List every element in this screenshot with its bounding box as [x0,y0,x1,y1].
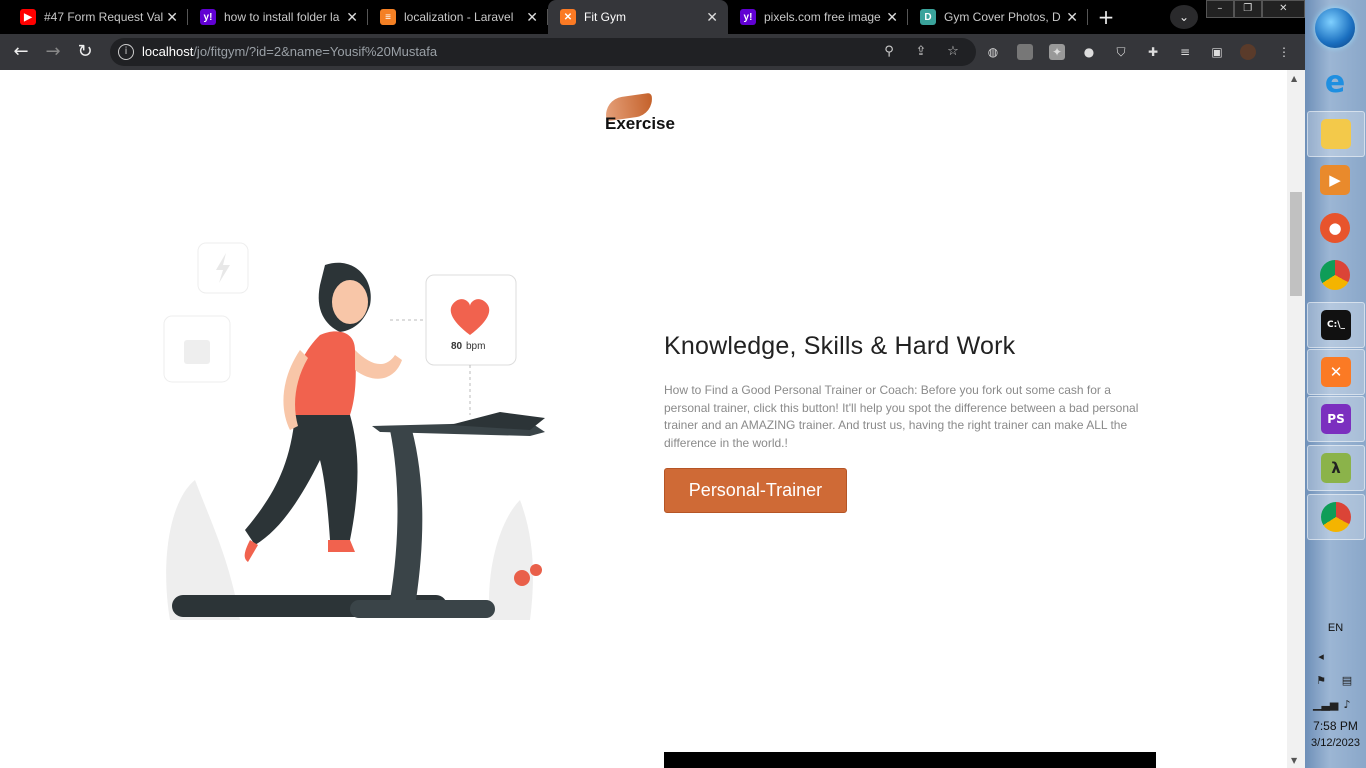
runner-shoe-right [328,540,355,552]
file-explorer-icon[interactable] [1307,111,1365,157]
puzzle-extensions-icon[interactable]: ✚ [1145,44,1161,60]
address-bar[interactable]: i localhost/jo/fitgym/?id=2&name=Yousif%… [110,38,976,66]
tab-search-button[interactable]: ⌄ [1170,5,1198,29]
back-button[interactable]: ← [10,41,32,63]
extension-icon[interactable] [1017,44,1033,60]
personal-trainer-button[interactable]: Personal-Trainer [664,468,847,513]
treadmill-illustration: 80 bpm [163,242,545,620]
close-tab-icon[interactable]: ✕ [1066,9,1078,26]
xampp-icon: ✕ [560,9,576,25]
minimize-button[interactable]: – [1206,0,1234,18]
plant-right [489,500,533,620]
site-logo[interactable]: Exercise [603,92,687,136]
tab-title: Fit Gym [584,10,626,24]
language-indicator[interactable]: EN [1305,622,1366,634]
logo-text: Exercise [605,114,675,133]
runner-top [293,331,356,415]
site-info-icon[interactable]: i [118,44,134,60]
bookmark-star-icon[interactable]: ☆ [944,43,962,61]
section-heading: Knowledge, Skills & Hard Work [664,332,1016,360]
media-player-icon[interactable]: ▶ [1307,158,1363,202]
runner-leggings [245,415,358,545]
action-center-icon[interactable]: ⚑ [1313,674,1329,688]
device-icon[interactable]: ▤ [1339,674,1355,688]
forward-button[interactable]: → [42,41,64,63]
volume-icon[interactable]: ♪ [1339,698,1355,712]
close-window-button[interactable]: ✕ [1261,0,1305,18]
extension-icon[interactable]: ● [1081,44,1097,60]
page-scrollbar[interactable]: ▲ ▼ [1287,70,1305,768]
chrome-profile-icon[interactable] [1307,494,1365,540]
bpm-value: 80 [451,341,463,352]
new-tab-button[interactable]: + [1094,6,1118,28]
tab-title: #47 Form Request Val [44,10,164,24]
tab-5[interactable]: y! pixels.com free image ✕ [728,0,908,34]
share-icon[interactable]: ⇪ [912,43,930,61]
page-content: Exercise 80 bpm Knowledge, Skills & Hard… [0,70,1287,768]
yahoo-icon: y! [200,9,216,25]
xampp-icon[interactable]: ✕ [1307,349,1365,395]
internet-explorer-icon[interactable]: e [1307,60,1363,104]
close-tab-icon[interactable]: ✕ [346,9,358,26]
youtube-icon: ▶ [20,9,36,25]
tab-4[interactable]: ✕ Fit Gym ✕ [548,0,728,34]
tab-title: Gym Cover Photos, D [944,10,1061,24]
stackoverflow-icon: ≡ [380,9,396,25]
site-d-icon: D [920,9,936,25]
video-block [664,752,1156,768]
scrollbar-thumb[interactable] [1290,192,1302,296]
globe-extension-icon[interactable]: ◍ [985,44,1001,60]
close-tab-icon[interactable]: ✕ [166,9,178,26]
bpm-unit: bpm [466,341,485,352]
runner-face [332,280,368,324]
close-tab-icon[interactable]: ✕ [886,9,898,26]
browser-toolbar: ← → ↻ i localhost/jo/fitgym/?id=2&name=Y… [0,34,1305,70]
chrome-icon[interactable] [1307,253,1363,297]
clock-time[interactable]: 7:58 PM [1305,719,1366,733]
side-panel-icon[interactable]: ▣ [1209,44,1225,60]
command-prompt-icon[interactable]: C:\_ [1307,302,1365,348]
menu-icon[interactable]: ⋮ [1276,44,1292,60]
tab-title: pixels.com free image [764,10,881,24]
network-icon[interactable]: ▁▃▅ [1313,698,1338,712]
firefox-icon[interactable]: ● [1307,206,1363,250]
show-hidden-icons-icon[interactable]: ◂ [1313,650,1329,664]
tab-strip: ▶ #47 Form Request Val ✕ y! how to install f… [0,0,1305,34]
lambda-app-icon[interactable]: λ [1307,445,1365,491]
tab-3[interactable]: ≡ localization - Laravel ✕ [368,0,548,34]
reading-list-icon[interactable]: ≡ [1177,44,1193,60]
close-tab-icon[interactable]: ✕ [706,9,718,26]
scroll-down-icon[interactable]: ▼ [1291,756,1297,765]
scroll-up-icon[interactable]: ▲ [1291,74,1297,83]
brave-shield-icon[interactable]: ⛉ [1113,44,1129,60]
tab-separator [1087,9,1088,25]
tab-2[interactable]: y! how to install folder la ✕ [188,0,368,34]
tab-title: how to install folder la [224,10,340,24]
windows-taskbar: e ▶ ● C:\_ ✕ PS λ EN ◂ ⚑ ▤ ▁▃▅ ♪ 7:58 PM… [1305,0,1366,768]
profile-avatar[interactable] [1240,44,1256,60]
phpstorm-icon[interactable]: PS [1307,396,1365,442]
tab-title: localization - Laravel [404,10,514,24]
runner-arm [355,350,402,379]
reload-button[interactable]: ↻ [74,41,96,63]
treadmill-post [390,430,423,600]
restore-button[interactable]: ❐ [1233,0,1262,18]
yahoo-icon: y! [740,9,756,25]
url-text[interactable]: localhost/jo/fitgym/?id=2&name=Yousif%20… [142,44,437,59]
start-button[interactable] [1315,8,1355,48]
tab-6[interactable]: D Gym Cover Photos, D ✕ [908,0,1088,34]
clock-date[interactable]: 3/12/2023 [1305,737,1366,749]
extension-icon[interactable]: ✦ [1049,44,1065,60]
tab-1[interactable]: ▶ #47 Form Request Val ✕ [8,0,188,34]
zoom-icon[interactable]: ⚲ [880,43,898,61]
close-tab-icon[interactable]: ✕ [526,9,538,26]
section-paragraph: How to Find a Good Personal Trainer or C… [664,383,1139,450]
window-controls: – ❐ ✕ [1206,0,1305,18]
